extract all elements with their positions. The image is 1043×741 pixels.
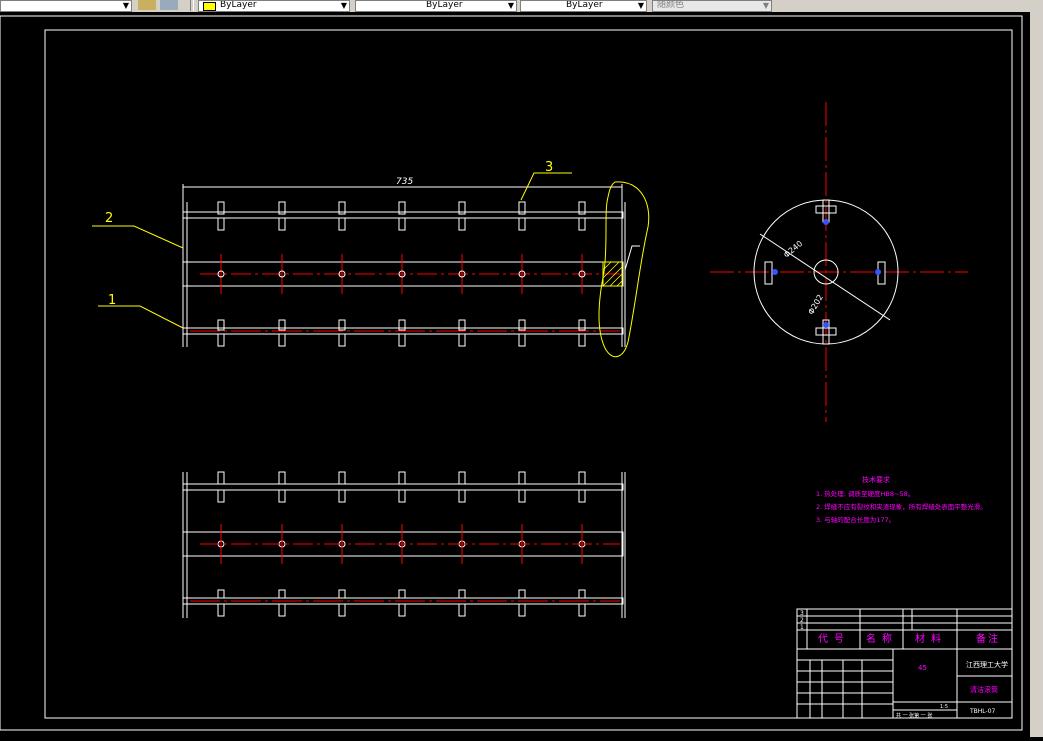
title-header-name: 名称 [866, 632, 898, 645]
drawing-canvas[interactable]: 735 2 1 3 Φ240 Φ202 技术要求 1. 热处理: 调质至硬度HB… [0, 12, 1030, 737]
chevron-down-icon: ▼ [122, 1, 129, 10]
title-school: 江西理工大学 [966, 660, 1008, 669]
top-view [182, 471, 626, 618]
lineweight-dropdown[interactable]: ByLayer ▼ [520, 0, 647, 12]
sheet-border-inner [44, 29, 1013, 719]
chevron-down-icon: ▼ [762, 1, 769, 10]
title-scale: 1:5 [940, 704, 948, 710]
chevron-down-icon: ▼ [340, 1, 347, 10]
title-row-2: 2 [800, 617, 804, 624]
title-part-name: 清洁滚筒 [970, 685, 998, 694]
notes-item-2: 2. 焊缝不应有裂纹和夹渣现象，所有焊缝处表面平整光滑。 [816, 502, 987, 511]
layer-dropdown[interactable]: ByLayer ▼ [198, 0, 350, 12]
layer-stack-icon[interactable] [160, 0, 178, 10]
dimension-diameter2-label: Φ202 [806, 293, 825, 316]
leader-arrow [624, 245, 640, 271]
chevron-down-icon: ▼ [507, 1, 514, 10]
color-swatch-icon [203, 2, 216, 11]
linetype-dropdown-value: ByLayer [426, 0, 463, 10]
top-view-center-lines [190, 524, 620, 602]
notes-title: 技术要求 [862, 475, 890, 484]
front-view [182, 184, 626, 347]
toolbar-left-dropdown[interactable]: ▼ [0, 0, 132, 12]
callout-leaders [92, 172, 572, 329]
cad-drawing: 735 2 1 3 Φ240 Φ202 技术要求 1. 热处理: 调质至硬度HB… [0, 15, 1023, 731]
side-view [710, 102, 968, 422]
callout-1: 1 [108, 293, 116, 308]
layer-dropdown-value: ByLayer [220, 0, 257, 10]
title-row-3: 3 [800, 610, 804, 617]
lineweight-dropdown-value: ByLayer [566, 0, 603, 10]
callout-3: 3 [545, 160, 553, 175]
dimension-length-label: 735 [396, 177, 413, 187]
title-header-material: 材料 [915, 632, 947, 645]
plotstyle-dropdown[interactable]: 随颜色 ▼ [652, 0, 772, 12]
plotstyle-dropdown-value: 随颜色 [657, 0, 685, 10]
vertical-scrollbar[interactable] [1029, 12, 1043, 737]
title-drawing-no: TBHL-07 [969, 708, 996, 715]
notes-item-3: 3. 与轴的配合长度为177。 [816, 515, 895, 524]
title-row-1: 1 [800, 624, 804, 631]
title-sheet: 共 一 张第 一 张 [896, 712, 932, 719]
dimension-diameter-label: Φ240 [782, 239, 804, 260]
chevron-down-icon: ▼ [637, 1, 644, 10]
callout-2: 2 [105, 211, 113, 226]
linetype-dropdown[interactable]: ByLayer ▼ [355, 0, 517, 12]
toolbar-separator [190, 0, 194, 11]
title-header-remark: 备注 [976, 632, 1000, 645]
layer-tools-icon[interactable] [138, 0, 156, 10]
front-view-center-lines [190, 254, 620, 332]
revision-cloud [598, 181, 650, 358]
title-material: 45 [918, 664, 927, 672]
notes-item-1: 1. 热处理: 调质至硬度HB8~58。 [816, 489, 914, 498]
title-header-code: 代号 [818, 633, 850, 645]
